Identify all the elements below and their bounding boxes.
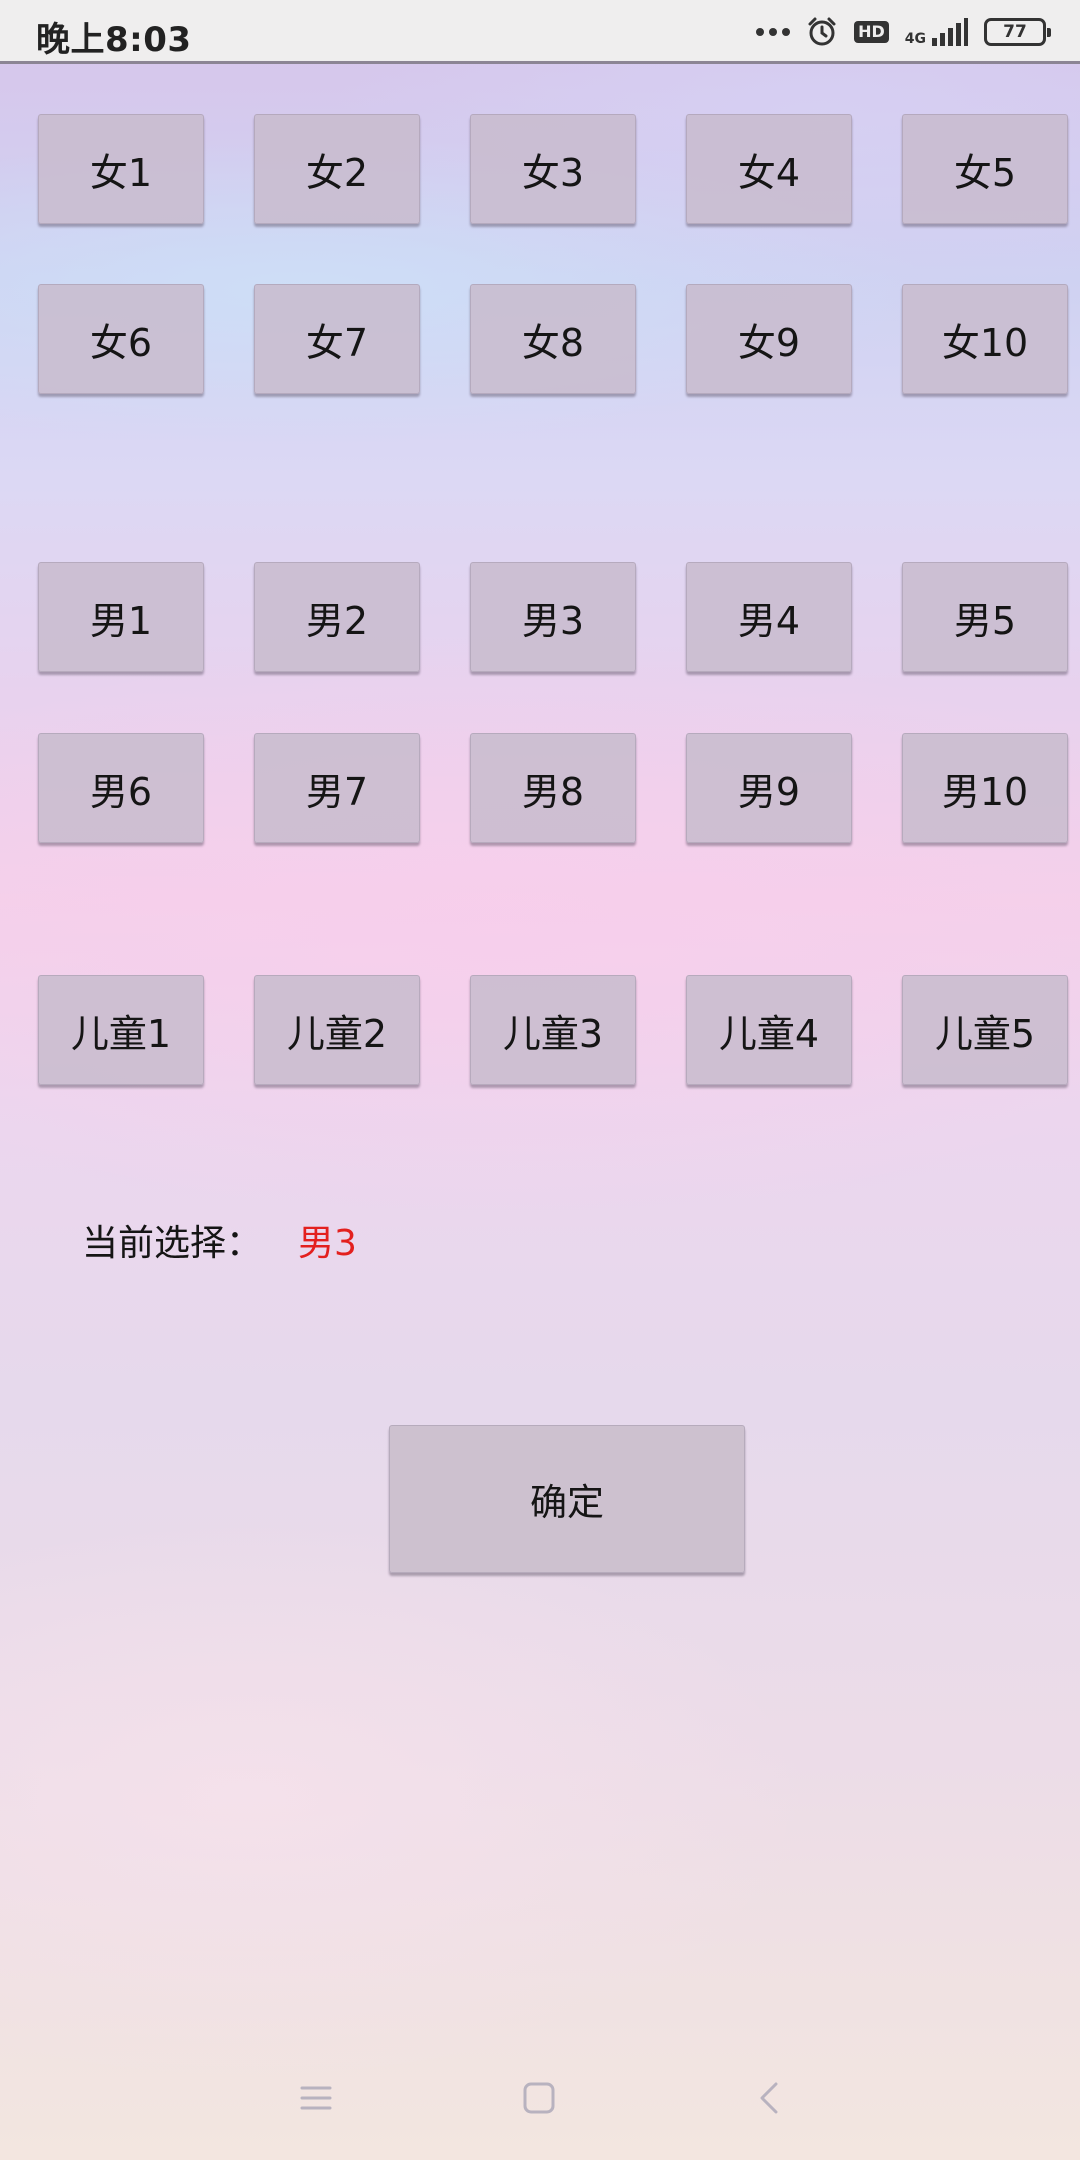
female-button-4[interactable]: 女4 (686, 114, 852, 224)
male-button-5[interactable]: 男5 (902, 562, 1068, 672)
battery-level: 77 (1003, 22, 1027, 42)
male-button-1[interactable]: 男1 (38, 562, 204, 672)
child-button-4[interactable]: 儿童4 (686, 975, 852, 1085)
male-button-4[interactable]: 男4 (686, 562, 852, 672)
status-bar: 晚上8:03 HD 4G 77 (0, 0, 1080, 64)
male-button-6[interactable]: 男6 (38, 733, 204, 843)
male-button-9[interactable]: 男9 (686, 733, 852, 843)
female-button-5[interactable]: 女5 (902, 114, 1068, 224)
child-button-1[interactable]: 儿童1 (38, 975, 204, 1085)
child-button-2[interactable]: 儿童2 (254, 975, 420, 1085)
child-button-3[interactable]: 儿童3 (470, 975, 636, 1085)
alarm-icon (808, 17, 836, 46)
current-selection-label: 当前选择： (82, 1223, 263, 1264)
signal-group: 4G (905, 18, 968, 46)
male-button-10[interactable]: 男10 (902, 733, 1068, 843)
female-button-2[interactable]: 女2 (254, 114, 420, 224)
female-button-10[interactable]: 女10 (902, 284, 1068, 394)
male-button-2[interactable]: 男2 (254, 562, 420, 672)
status-time: 晚上8:03 (36, 20, 192, 60)
confirm-button[interactable]: 确定 (389, 1425, 745, 1573)
female-button-3[interactable]: 女3 (470, 114, 636, 224)
current-selection-value: 男3 (298, 1223, 357, 1264)
female-button-7[interactable]: 女7 (254, 284, 420, 394)
female-button-9[interactable]: 女9 (686, 284, 852, 394)
menu-icon[interactable] (298, 2080, 334, 2116)
male-button-8[interactable]: 男8 (470, 733, 636, 843)
female-button-1[interactable]: 女1 (38, 114, 204, 224)
female-button-6[interactable]: 女6 (38, 284, 204, 394)
more-dots-icon (756, 28, 791, 36)
female-button-8[interactable]: 女8 (470, 284, 636, 394)
navigation-bar (0, 2040, 1080, 2160)
child-button-5[interactable]: 儿童5 (902, 975, 1068, 1085)
battery-icon: 77 (984, 18, 1051, 46)
signal-icon (932, 18, 968, 46)
network-type: 4G (904, 31, 926, 47)
home-icon[interactable] (521, 2080, 557, 2116)
male-button-3[interactable]: 男3 (470, 562, 636, 672)
male-button-7[interactable]: 男7 (254, 733, 420, 843)
status-icons: HD 4G 77 (756, 14, 1051, 50)
hd-icon: HD (854, 21, 889, 43)
back-icon[interactable] (752, 2080, 788, 2116)
